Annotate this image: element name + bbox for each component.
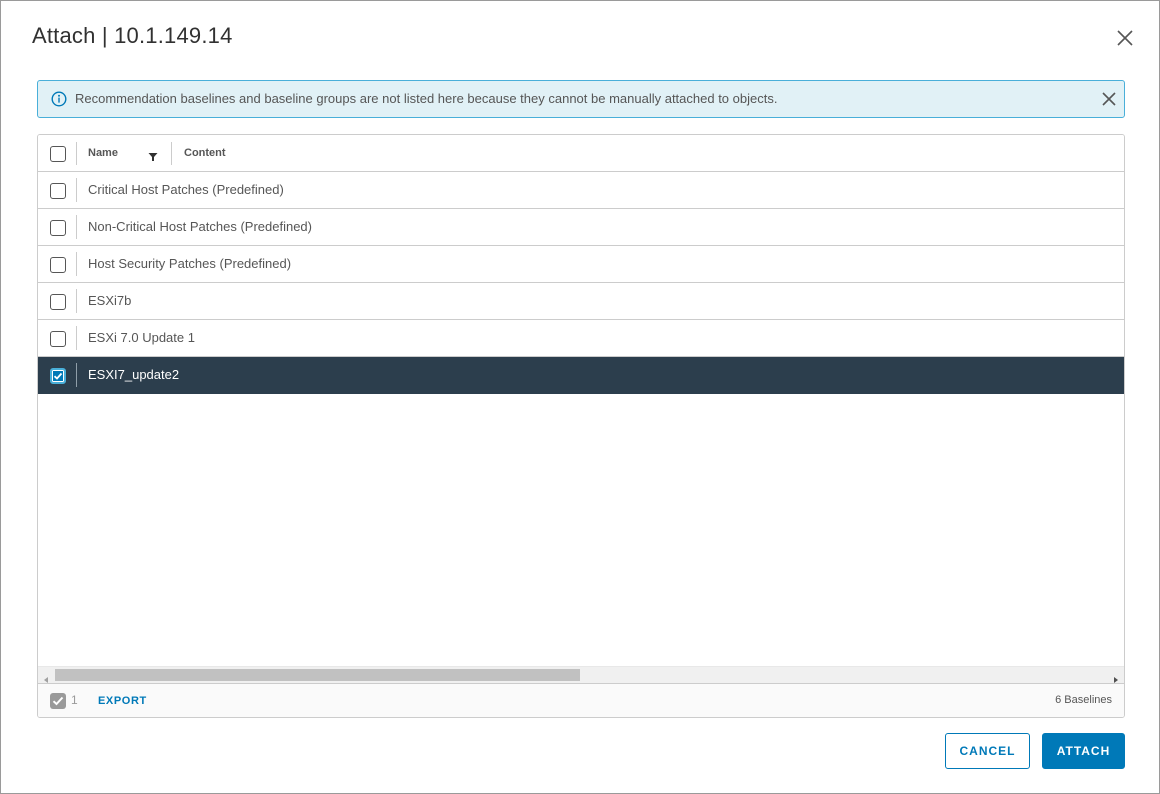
alert-close-icon[interactable]: [1101, 91, 1117, 107]
row-checkbox[interactable]: [50, 220, 66, 236]
baselines-grid: Name Content Critical Host Patches (Pred…: [37, 134, 1125, 718]
column-separator[interactable]: [171, 142, 172, 165]
export-button[interactable]: EXPORT: [98, 695, 147, 707]
row-name: Host Security Patches (Predefined): [88, 256, 292, 271]
column-separator: [76, 142, 77, 165]
info-icon: [51, 91, 67, 107]
close-icon[interactable]: [1115, 28, 1135, 48]
column-header-name[interactable]: Name: [88, 135, 118, 172]
scroll-left-icon[interactable]: [42, 671, 50, 683]
table-row[interactable]: ESXi7b: [38, 283, 1124, 320]
row-checkbox[interactable]: [50, 294, 66, 310]
selected-count: 1: [71, 693, 78, 707]
row-separator: [76, 289, 77, 313]
row-checkbox[interactable]: [50, 331, 66, 347]
table-row[interactable]: Critical Host Patches (Predefined): [38, 172, 1124, 209]
table-row[interactable]: ESXi 7.0 Update 1: [38, 320, 1124, 357]
grid-footer: 1 EXPORT 6 Baselines: [38, 683, 1124, 717]
row-name: Non-Critical Host Patches (Predefined): [88, 219, 312, 234]
selection-indicator-icon: [50, 693, 66, 709]
info-alert: Recommendation baselines and baseline gr…: [37, 80, 1125, 118]
row-separator: [76, 252, 77, 276]
row-separator: [76, 215, 77, 239]
column-header-content[interactable]: Content: [184, 135, 226, 172]
row-name: ESXi 7.0 Update 1: [88, 330, 195, 345]
row-checkbox[interactable]: [50, 183, 66, 199]
horizontal-scrollbar[interactable]: [38, 666, 1124, 683]
row-separator: [76, 178, 77, 202]
grid-header: Name Content: [38, 135, 1124, 172]
cancel-button[interactable]: CANCEL: [945, 733, 1030, 769]
row-name: ESXI7_update2: [88, 367, 180, 382]
dialog-title: Attach | 10.1.149.14: [32, 23, 233, 48]
select-all-checkbox[interactable]: [50, 146, 66, 162]
attach-dialog: Attach | 10.1.149.14 Recommendation base…: [0, 0, 1160, 794]
row-checkbox[interactable]: [50, 257, 66, 273]
row-separator: [76, 326, 77, 350]
scrollbar-thumb[interactable]: [55, 669, 580, 681]
filter-icon[interactable]: [148, 149, 158, 161]
table-row-selected[interactable]: ESXI7_update2: [38, 357, 1124, 394]
row-name: Critical Host Patches (Predefined): [88, 182, 284, 197]
row-name: ESXi7b: [88, 293, 132, 308]
attach-button[interactable]: ATTACH: [1042, 733, 1125, 769]
row-checkbox-checked[interactable]: [50, 368, 66, 384]
total-count: 6 Baselines: [1055, 694, 1112, 706]
alert-message: Recommendation baselines and baseline gr…: [75, 91, 778, 106]
check-icon: [53, 372, 63, 380]
table-row[interactable]: Non-Critical Host Patches (Predefined): [38, 209, 1124, 246]
row-separator: [76, 363, 77, 387]
scroll-right-icon[interactable]: [1112, 671, 1120, 683]
table-row[interactable]: Host Security Patches (Predefined): [38, 246, 1124, 283]
